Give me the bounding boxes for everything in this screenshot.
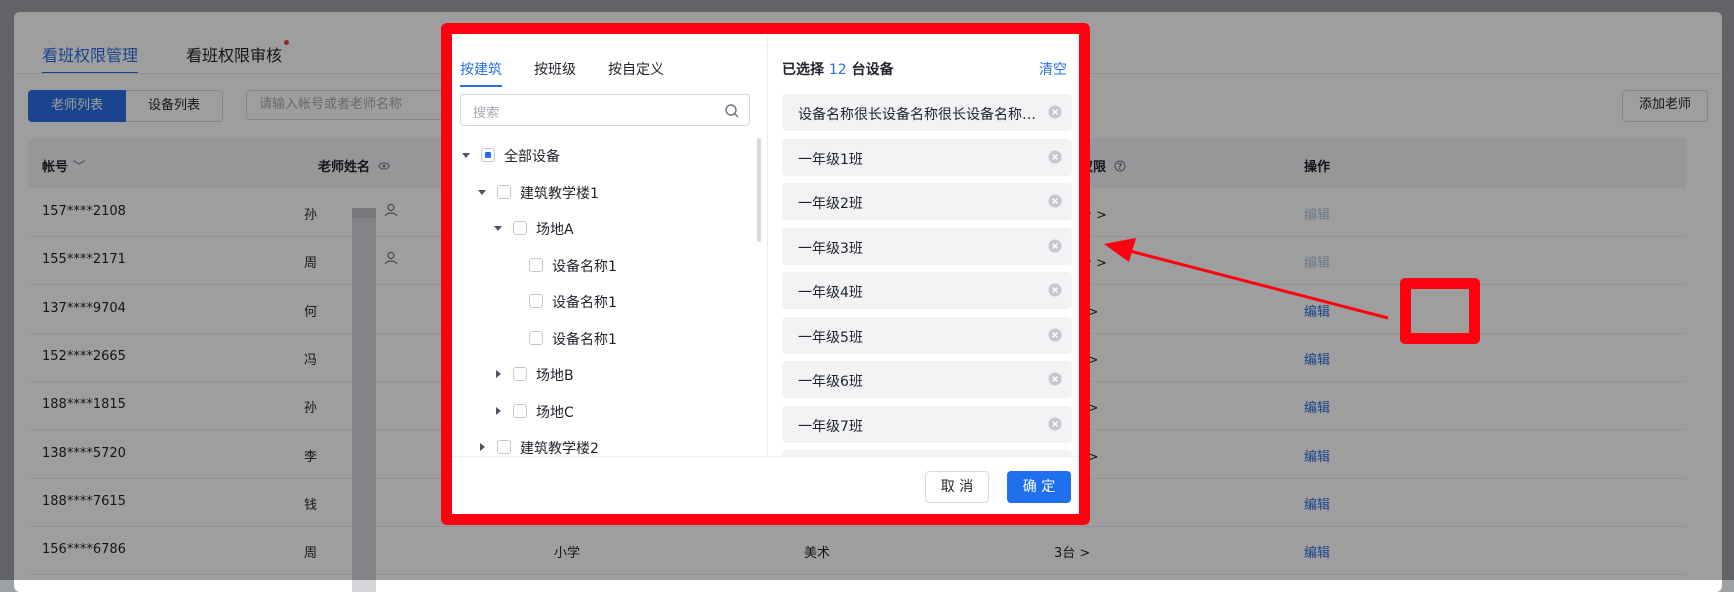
- annotation-edit-box: [1400, 278, 1480, 344]
- annotation-modal-box: [441, 23, 1090, 525]
